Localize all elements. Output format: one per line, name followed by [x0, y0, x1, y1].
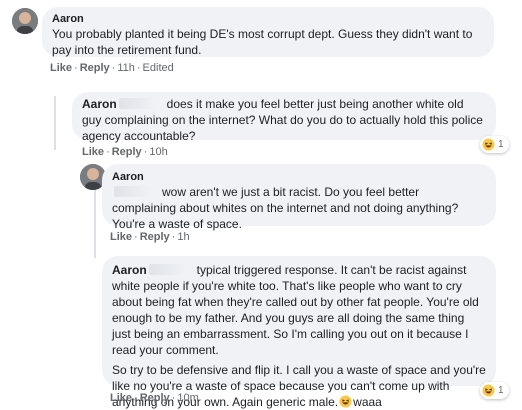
avatar[interactable]	[12, 8, 38, 34]
comment-author[interactable]: Aaron	[52, 12, 484, 26]
comment-text: wow aren't we just a bit racist. Do you …	[112, 185, 459, 231]
like-button[interactable]: Like	[82, 146, 104, 158]
timestamp[interactable]: 11h	[117, 62, 135, 74]
reaction-count: 1	[498, 139, 504, 150]
reaction-badge[interactable]: 1	[480, 382, 509, 399]
reply-button[interactable]: Reply	[112, 146, 142, 158]
reaction-count: 1	[498, 385, 504, 396]
redacted-name	[118, 98, 165, 109]
comment-bubble: Aaron You probably planted it being DE's…	[42, 7, 494, 57]
reply-button[interactable]: Reply	[140, 231, 170, 243]
reply-button[interactable]: Reply	[80, 62, 110, 74]
comment-bubble: Aaron wow aren't we just a bit racist. D…	[102, 164, 496, 231]
laughing-emoji-icon	[482, 138, 495, 151]
redacted-name	[148, 264, 195, 275]
comment-actions: Like · Reply · 10h	[82, 146, 168, 158]
comment-actions: Like · Reply · 1h	[110, 231, 190, 243]
comment-bubble: Aaron does it make you feel better just b…	[72, 92, 496, 143]
laughing-emoji-icon	[339, 395, 352, 408]
timestamp[interactable]: 1h	[177, 231, 189, 243]
laughing-emoji-icon	[482, 384, 495, 397]
timestamp[interactable]: 10m	[177, 392, 198, 404]
edited-label[interactable]: Edited	[143, 62, 174, 74]
comment-text: Aaron does it make you feel better just b…	[82, 97, 483, 143]
reaction-badge[interactable]: 1	[480, 136, 509, 153]
comment-actions: Like · Reply · 10m	[110, 392, 199, 404]
comment-text: Aaron typical triggered response. It can'…	[112, 263, 479, 357]
like-button[interactable]: Like	[110, 392, 132, 404]
timestamp[interactable]: 10h	[149, 146, 167, 158]
comment-actions: Like · Reply · 11h · Edited	[50, 62, 174, 74]
comment-bubble: Aaron typical triggered response. It can'…	[102, 256, 496, 409]
comment-author[interactable]: Aaron	[112, 263, 147, 277]
thread-line	[54, 96, 56, 150]
comment-author[interactable]: Aaron	[82, 97, 117, 111]
redacted-name	[114, 186, 160, 197]
like-button[interactable]: Like	[50, 62, 72, 74]
like-button[interactable]: Like	[110, 231, 132, 243]
comment-author[interactable]: Aaron	[112, 170, 486, 184]
comment-text: You probably planted it being DE's most …	[52, 27, 473, 57]
reply-button[interactable]: Reply	[140, 392, 170, 404]
thread-line	[94, 188, 96, 258]
